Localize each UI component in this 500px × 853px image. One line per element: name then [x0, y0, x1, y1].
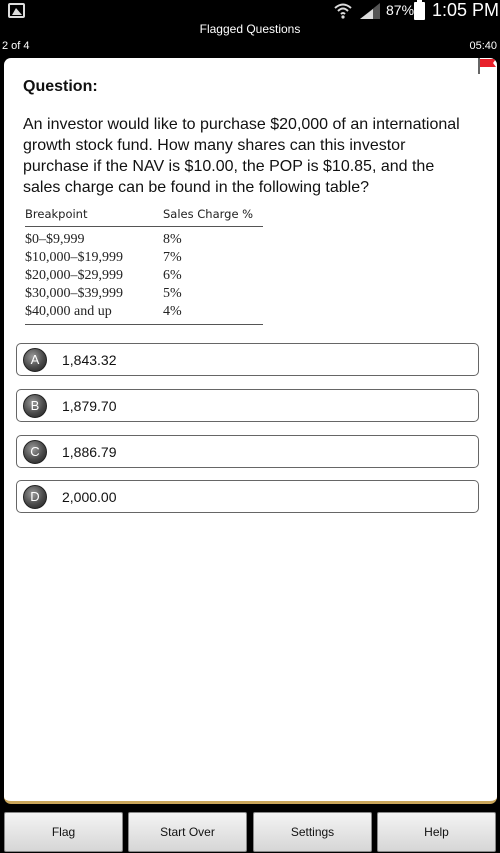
sales-charge-cell: 4%: [163, 303, 182, 319]
breakpoint-cell: $0–$9,999: [25, 231, 85, 247]
question-card: Question: An investor would like to purc…: [4, 58, 497, 804]
table-header-breakpoint: Breakpoint: [25, 206, 163, 227]
answer-letter-badge: A: [23, 348, 47, 372]
timer: 05:40: [469, 40, 497, 52]
answer-letter-badge: D: [23, 485, 47, 509]
wifi-icon: [334, 3, 352, 19]
sales-charge-table: Breakpoint Sales Charge % $0–$9,999 8% $…: [25, 206, 263, 325]
question-progress: 2 of 4: [2, 40, 30, 52]
page-title: Flagged Questions: [199, 22, 301, 36]
breakpoint-cell: $40,000 and up: [25, 303, 112, 319]
answer-option-c[interactable]: C 1,886.79: [16, 435, 479, 468]
question-heading: Question:: [23, 78, 98, 95]
answer-value: 1,843.32: [62, 352, 117, 368]
clock: 1:05 PM: [432, 0, 500, 20]
answer-option-d[interactable]: D 2,000.00: [16, 480, 479, 513]
breakpoint-cell: $30,000–$39,999: [25, 285, 123, 301]
flag-icon[interactable]: [477, 58, 497, 74]
table-row: $30,000–$39,999 5%: [25, 285, 263, 303]
answer-option-a[interactable]: A 1,843.32: [16, 343, 479, 376]
table-row: $40,000 and up 4%: [25, 303, 263, 325]
sales-charge-cell: 6%: [163, 267, 182, 283]
battery-icon: [414, 0, 425, 20]
gallery-icon: [8, 3, 25, 18]
battery-percent: 87%: [386, 2, 415, 18]
question-text: An investor would like to purchase $20,0…: [23, 116, 460, 196]
answer-option-b[interactable]: B 1,879.70: [16, 389, 479, 422]
answer-value: 1,879.70: [62, 398, 117, 414]
answer-value: 2,000.00: [62, 489, 117, 505]
flag-button[interactable]: Flag: [4, 812, 123, 852]
breakpoint-cell: $20,000–$29,999: [25, 267, 123, 283]
answer-value: 1,886.79: [62, 444, 117, 460]
sales-charge-cell: 5%: [163, 285, 182, 301]
answer-letter-badge: C: [23, 440, 47, 464]
table-row: $20,000–$29,999 6%: [25, 267, 263, 285]
bottom-button-bar: Flag Start Over Settings Help: [0, 806, 500, 853]
breakpoint-cell: $10,000–$19,999: [25, 249, 123, 265]
answer-letter-badge: B: [23, 394, 47, 418]
table-header-sales-charge: Sales Charge %: [163, 206, 263, 227]
start-over-button[interactable]: Start Over: [128, 812, 247, 852]
help-button[interactable]: Help: [377, 812, 496, 852]
table-row: $10,000–$19,999 7%: [25, 249, 263, 267]
status-bar: 87% 1:05 PM: [0, 0, 500, 22]
settings-button[interactable]: Settings: [253, 812, 372, 852]
sales-charge-cell: 7%: [163, 249, 182, 265]
sales-charge-cell: 8%: [163, 231, 182, 247]
signal-icon: [360, 3, 380, 19]
table-row: $0–$9,999 8%: [25, 226, 263, 249]
